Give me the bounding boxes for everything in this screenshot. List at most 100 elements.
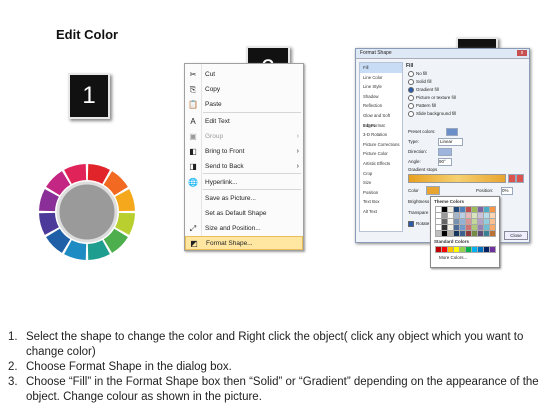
brightness-label: Brightness	[408, 199, 430, 204]
menu-item-label: Edit Text	[205, 118, 230, 125]
gradient-stops-bar[interactable]	[408, 174, 506, 183]
step-badge-1: 1	[68, 73, 110, 119]
fill-option-radio[interactable]: Pattern fill	[408, 103, 436, 109]
menu-item-label: Paste	[205, 101, 222, 108]
preset-colors-dropdown[interactable]	[446, 128, 458, 136]
menu-item-bring-to-front[interactable]: ◧ Bring to Front ›	[185, 145, 303, 159]
category-item[interactable]: Glow and Soft Edges	[360, 111, 402, 128]
fill-option-radio[interactable]: Picture or texture fill	[408, 95, 456, 101]
more-colors-link[interactable]: More Colors...	[439, 255, 467, 260]
radio-icon[interactable]	[408, 79, 414, 85]
menu-item-label: Set as Default Shape	[205, 210, 267, 217]
remove-stop-icon[interactable]	[516, 174, 524, 183]
category-item[interactable]: Line Style	[360, 82, 402, 92]
menu-item-set-as-default-shape[interactable]: Set as Default Shape	[185, 207, 303, 221]
rotate-label: Rotate	[416, 221, 430, 227]
step-number: 3.	[8, 376, 18, 388]
send-back-icon: ◨	[189, 162, 197, 171]
menu-item-size-and-position[interactable]: ⤢ Size and Position...	[185, 222, 303, 236]
menu-item-save-as-picture[interactable]: Save as Picture...	[185, 192, 303, 206]
step-number: 2.	[8, 361, 18, 373]
step-text: Choose “Fill” in the Format Shape box th…	[26, 376, 539, 403]
fill-option-label: Solid fill	[416, 79, 432, 85]
group-icon: ▣	[189, 132, 197, 141]
fill-option-radio[interactable]: Solid fill	[408, 79, 432, 85]
chevron-right-icon: ›	[296, 163, 299, 170]
close-button[interactable]: Close	[504, 231, 528, 240]
radio-icon[interactable]	[408, 111, 414, 117]
menu-item-label: Cut	[205, 71, 216, 78]
type-dropdown[interactable]: Linear	[438, 138, 463, 146]
category-item[interactable]: 3-D Format	[360, 121, 402, 131]
category-item[interactable]: Alt Text	[360, 207, 402, 217]
category-item[interactable]: Picture Color	[360, 149, 402, 159]
checkbox-icon[interactable]	[408, 221, 414, 227]
category-item[interactable]: Reflection	[360, 101, 402, 111]
menu-separator	[203, 173, 301, 174]
transparency-label: Transpare	[408, 210, 429, 215]
rotate-checkbox[interactable]: Rotate	[408, 221, 429, 227]
fill-section-heading: Fill	[406, 63, 414, 69]
add-stop-icon[interactable]	[508, 174, 516, 183]
scissors-icon: ✂	[189, 70, 197, 79]
category-item[interactable]: Size	[360, 178, 402, 188]
step-text: Choose Format Shape in the dialog box.	[26, 361, 232, 373]
radio-icon[interactable]	[408, 71, 414, 77]
category-item[interactable]: Artistic Effects	[360, 159, 402, 169]
category-item[interactable]: Text Box	[360, 197, 402, 207]
fill-option-radio[interactable]: Slide background fill	[408, 111, 456, 117]
instruction-step: 1. Select the shape to change the color a…	[8, 330, 553, 360]
format-shape-icon: ◩	[190, 239, 198, 248]
category-item[interactable]: Fill	[360, 63, 402, 73]
radio-icon[interactable]	[408, 103, 414, 109]
radio-icon[interactable]	[408, 95, 414, 101]
menu-item-label: Format Shape...	[206, 240, 253, 247]
hyperlink-icon: 🌐	[188, 178, 198, 187]
category-item[interactable]: Crop	[360, 169, 402, 179]
dialog-title: Format Shape	[360, 50, 392, 56]
direction-dropdown[interactable]	[438, 148, 452, 156]
menu-item-edit-text[interactable]: A Edit Text	[185, 115, 303, 129]
angle-input[interactable]: 90°	[438, 158, 452, 166]
menu-item-cut[interactable]: ✂ Cut	[185, 68, 303, 82]
edit-text-icon: A	[190, 117, 196, 126]
dialog-titlebar: Format Shape x	[356, 49, 529, 59]
close-icon[interactable]: x	[517, 50, 527, 56]
category-item[interactable]: Shadow	[360, 92, 402, 102]
step-text: Select the shape to change the color and…	[26, 331, 524, 358]
page-title: Edit Color	[56, 27, 119, 42]
menu-item-hyperlink[interactable]: 🌐 Hyperlink...	[185, 176, 303, 190]
menu-item-group[interactable]: ▣ Group ›	[185, 130, 303, 144]
category-item[interactable]: Picture Corrections	[360, 140, 402, 150]
wheel-hub[interactable]	[56, 181, 118, 243]
color-wheel-graphic[interactable]	[35, 155, 140, 265]
direction-label: Direction:	[408, 149, 428, 154]
fill-option-radio[interactable]: Gradient fill	[408, 87, 439, 93]
category-item[interactable]: Position	[360, 188, 402, 198]
radio-icon[interactable]	[408, 87, 414, 93]
chevron-right-icon: ›	[296, 133, 299, 140]
color-picker-button[interactable]	[426, 186, 440, 195]
menu-item-format-shape[interactable]: ◩ Format Shape...	[185, 236, 303, 250]
category-item[interactable]: 3-D Rotation	[360, 130, 402, 140]
menu-item-label: Save as Picture...	[205, 195, 256, 202]
fill-option-label: No fill	[416, 71, 428, 77]
fill-option-label: Picture or texture fill	[416, 95, 456, 101]
instruction-step: 2. Choose Format Shape in the dialog box.	[8, 360, 553, 375]
type-label: Type:	[408, 139, 420, 144]
position-input[interactable]: 0%	[501, 187, 513, 195]
preset-colors-label: Preset colors:	[408, 129, 436, 134]
menu-separator	[203, 112, 301, 113]
theme-color-swatch[interactable]	[489, 230, 496, 237]
menu-separator	[203, 189, 301, 190]
instruction-list: 1. Select the shape to change the color a…	[8, 330, 553, 405]
standard-color-swatch[interactable]	[489, 246, 496, 253]
fill-option-radio[interactable]: No fill	[408, 71, 427, 77]
menu-item-copy[interactable]: ⎘ Copy	[185, 83, 303, 97]
menu-item-paste[interactable]: 📋 Paste	[185, 98, 303, 112]
step-number: 1.	[8, 331, 18, 343]
menu-item-send-to-back[interactable]: ◨ Send to Back ›	[185, 160, 303, 174]
category-item[interactable]: Line Color	[360, 73, 402, 83]
gradient-stops-label: Gradient stops	[408, 167, 438, 172]
angle-label: Angle:	[408, 159, 421, 164]
